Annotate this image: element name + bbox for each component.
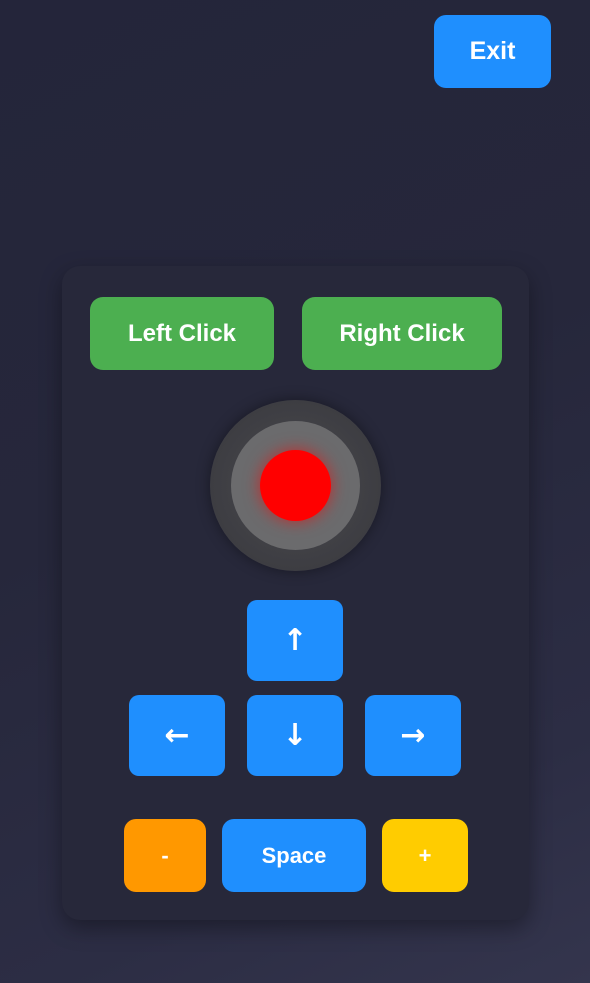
arrow-up-button[interactable]: ↑ [247,600,343,681]
minus-button[interactable]: - [124,819,206,892]
arrow-left-button[interactable]: ← [129,695,225,776]
arrow-up-icon: ↑ [282,623,308,658]
arrow-right-icon: → [400,718,426,753]
arrow-down-button[interactable]: ↓ [247,695,343,776]
exit-button[interactable]: Exit [434,15,551,88]
arrow-right-button[interactable]: → [365,695,461,776]
space-button[interactable]: Space [222,819,366,892]
plus-button[interactable]: + [382,819,468,892]
joystick-base[interactable] [210,400,381,571]
arrow-down-icon: ↓ [282,718,308,753]
left-click-button[interactable]: Left Click [90,297,274,370]
right-click-button[interactable]: Right Click [302,297,502,370]
joystick-knob-icon[interactable] [260,450,331,521]
joystick-ring [231,421,360,550]
arrow-left-icon: ← [164,718,190,753]
